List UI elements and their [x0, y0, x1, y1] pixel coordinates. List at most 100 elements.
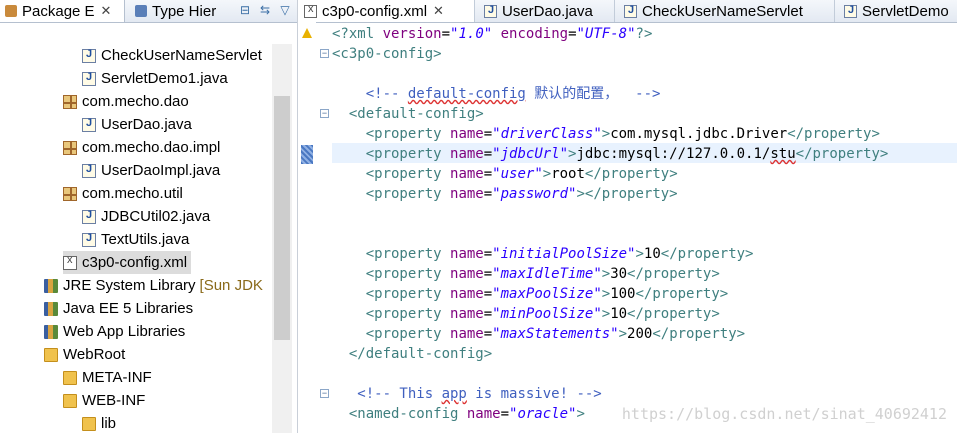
tree-item[interactable]: lib	[82, 412, 116, 433]
editor-tab[interactable]: c3p0-config.xml ✕	[298, 0, 475, 22]
code-token: ?>	[635, 26, 653, 42]
folder-icon	[63, 370, 77, 385]
tree-item-label: UserDao.java	[101, 116, 192, 133]
code-token: "minPoolSize"	[492, 306, 602, 322]
code-token: root	[551, 166, 585, 182]
code-token: </property>	[635, 286, 729, 302]
code-token: =	[483, 246, 493, 262]
close-icon[interactable]: ✕	[101, 3, 112, 19]
tree-item[interactable]: Web App Libraries	[44, 320, 185, 343]
code-token: </property>	[652, 326, 746, 342]
code-token: name	[450, 166, 484, 182]
tree-scrollbar-thumb[interactable]	[274, 96, 290, 340]
code-token: "jdbcUrl"	[492, 146, 569, 162]
package-icon	[63, 186, 77, 201]
code-token: =	[483, 126, 493, 142]
tree-item[interactable]: com.mecho.dao.impl	[63, 136, 220, 159]
link-editor-icon[interactable]: ⇆	[257, 2, 273, 18]
folder-icon	[63, 393, 77, 408]
tab-type-hier[interactable]: Type Hier	[130, 0, 240, 22]
code-token: >	[576, 406, 585, 422]
left-tab-bar: Package E ✕ Type Hier ⊟ ⇆ ▽	[0, 0, 297, 23]
code-token: jdbc:mysql://127.0.0.1/	[576, 146, 771, 162]
editor-tab[interactable]: ServletDemo	[838, 0, 957, 22]
code-token: is massive! -->	[466, 386, 602, 402]
code-token: default-config	[407, 86, 526, 102]
code-token: </property>	[627, 266, 720, 282]
tree-item[interactable]: TextUtils.java	[82, 228, 189, 251]
code-token: "maxIdleTime"	[492, 266, 602, 282]
code-token: =	[483, 286, 493, 302]
editor-tab[interactable]: UserDao.java	[478, 0, 615, 22]
fold-toggle-icon[interactable]: −	[320, 109, 329, 118]
code-token: <property	[332, 266, 451, 282]
code-token: "user"	[492, 166, 543, 182]
code-token: ></property>	[576, 186, 678, 202]
code-token: "maxPoolSize"	[492, 286, 602, 302]
tree-item[interactable]: WebRoot	[44, 343, 125, 366]
tab-package-e[interactable]: Package E ✕	[0, 0, 125, 22]
code-token: </property>	[584, 166, 678, 182]
close-icon[interactable]: ✕	[433, 3, 444, 19]
view-menu-icon[interactable]: ▽	[277, 2, 293, 18]
collapse-all-icon[interactable]: ⊟	[237, 2, 253, 18]
code-token: <property	[332, 146, 451, 162]
code-token: 30	[610, 266, 628, 282]
code-token: name	[450, 146, 484, 162]
code-line: <property name="maxPoolSize">100</proper…	[332, 284, 729, 304]
code-token: <property	[332, 286, 451, 302]
fold-toggle-icon[interactable]: −	[320, 49, 329, 58]
java-file-icon	[844, 4, 857, 18]
fold-toggle-icon[interactable]: −	[320, 389, 329, 398]
java-file-icon	[82, 232, 96, 247]
java-file-icon	[82, 48, 96, 63]
code-token: </property>	[795, 146, 889, 162]
tree-item-label: JDBCUtil02.java	[101, 208, 211, 225]
code-token: >	[542, 166, 552, 182]
tree-item[interactable]: WEB-INF	[63, 389, 145, 412]
code-token: "initialPoolSize"	[492, 246, 636, 262]
code-token: =	[568, 26, 577, 42]
code-token: =	[483, 186, 493, 202]
editor-tab-label: ServletDemo	[862, 2, 949, 20]
editor-tab[interactable]: CheckUserNameServlet	[618, 0, 835, 22]
code-line: <property name="maxIdleTime">30</propert…	[332, 264, 720, 284]
java-file-icon	[82, 163, 96, 178]
tree-item[interactable]: com.mecho.dao	[63, 90, 189, 113]
folder-icon	[82, 416, 96, 431]
code-token: name	[450, 186, 484, 202]
tree-item[interactable]: com.mecho.util	[63, 182, 183, 205]
tree-item[interactable]: ServletDemo1.java	[82, 67, 228, 90]
code-editor[interactable]: <?xml version="1.0" encoding="UTF-8"?> <c…	[332, 24, 957, 433]
code-token: >	[601, 266, 611, 282]
tree-item[interactable]: META-INF	[63, 366, 152, 389]
tree-item[interactable]: UserDaoImpl.java	[82, 159, 220, 182]
code-line: <property name="user">root</property>	[332, 164, 678, 184]
code-line: <!-- default-config 默认的配置， -->	[332, 84, 661, 104]
folder-icon	[44, 347, 58, 362]
code-token: 100	[610, 286, 636, 302]
tree-item[interactable]: JDBCUtil02.java	[82, 205, 210, 228]
project-tree: CheckUserNameServlet ServletDemo1.java com…	[0, 44, 272, 433]
code-line: <property name="password"></property>	[332, 184, 678, 204]
code-line: <c3p0-config>	[332, 44, 442, 64]
code-token: >	[601, 126, 611, 142]
tree-item[interactable]: UserDao.java	[82, 113, 192, 136]
change-marker	[301, 145, 313, 164]
package-icon	[63, 140, 77, 155]
tree-item[interactable]: CheckUserNameServlet	[82, 44, 262, 67]
code-token: <property	[332, 246, 451, 262]
warning-icon[interactable]	[302, 28, 312, 38]
tree-item[interactable]: Java EE 5 Libraries	[44, 297, 193, 320]
tree-scrollbar[interactable]	[272, 44, 292, 433]
tree-item[interactable]: JRE System Library [Sun JDK	[44, 274, 263, 297]
code-token: <named-config	[332, 406, 467, 422]
tree-item[interactable]: c3p0-config.xml	[63, 251, 192, 274]
code-token: "oracle"	[509, 406, 577, 422]
tree-item-label: com.mecho.dao.impl	[82, 139, 221, 156]
tree-item-label: com.mecho.util	[82, 185, 183, 202]
xml-file-icon	[304, 3, 317, 18]
code-token: </property>	[627, 306, 720, 322]
code-token: "password"	[492, 186, 577, 202]
